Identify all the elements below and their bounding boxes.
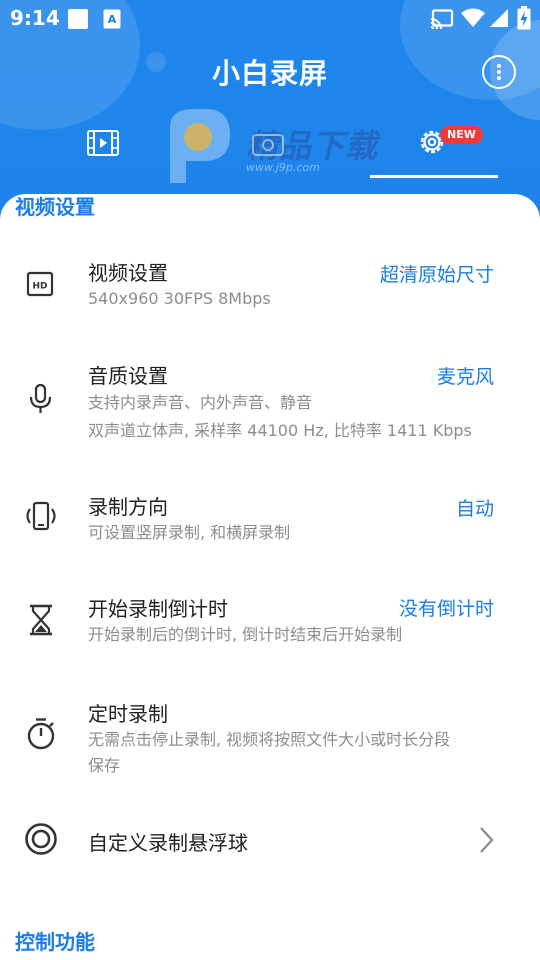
microphone-icon xyxy=(29,383,52,413)
font-a-icon: A xyxy=(103,9,121,33)
setting-value: 超清原始尺寸 xyxy=(379,264,494,286)
more-vertical-icon[interactable] xyxy=(482,55,516,89)
app-screen: 9:14 A 小白录屏 精品下载 www.j9p.com NEW 视频设置 HD… xyxy=(0,0,540,960)
setting-subtitle: 保存 xyxy=(88,756,121,775)
setting-row-countdown[interactable]: 开始录制倒计时 开始录制后的倒计时, 倒计时结束后开始录制 没有倒计时 xyxy=(0,579,540,669)
setting-subtitle: 双声道立体声, 采样率 44100 Hz, 比特率 1411 Kbps xyxy=(88,421,472,440)
tab-videos[interactable] xyxy=(40,120,165,178)
setting-title: 定时录制 xyxy=(88,702,168,726)
film-icon xyxy=(87,130,119,156)
cast-icon[interactable] xyxy=(430,9,454,33)
app-title: 小白录屏 xyxy=(211,57,328,90)
setting-title: 开始录制倒计时 xyxy=(88,597,228,621)
screen-rotation-icon xyxy=(26,501,56,531)
section-title-video: 视频设置 xyxy=(15,195,95,219)
notification-square-icon xyxy=(67,8,89,34)
battery-charging-icon xyxy=(517,6,531,34)
setting-row-timed[interactable]: 定时录制 无需点击停止录制, 视频将按照文件大小或时长分段 保存 xyxy=(0,684,540,784)
setting-subtitle: 开始录制后的倒计时, 倒计时结束后开始录制 xyxy=(88,625,403,644)
setting-value: 没有倒计时 xyxy=(398,598,494,620)
setting-title: 视频设置 xyxy=(88,261,168,285)
target-circle-icon xyxy=(25,823,57,855)
setting-subtitle: 支持内录声音、内外声音、静音 xyxy=(88,393,313,412)
setting-row-video[interactable]: HD 视频设置 540x960 30FPS 8Mbps 超清原始尺寸 xyxy=(0,239,540,329)
chevron-right-icon xyxy=(480,827,494,853)
section-title-control: 控制功能 xyxy=(15,930,95,954)
tab-camera[interactable] xyxy=(205,120,330,178)
setting-subtitle: 可设置竖屏录制, 和横屏录制 xyxy=(88,523,291,542)
setting-row-audio[interactable]: 音质设置 支持内录声音、内外声音、静音 双声道立体声, 采样率 44100 Hz… xyxy=(0,344,540,454)
tab-settings-indicator xyxy=(370,175,498,178)
camera-icon xyxy=(252,134,284,156)
timer-icon xyxy=(27,718,55,750)
status-bar: 9:14 A xyxy=(0,0,540,36)
wifi-icon xyxy=(461,8,485,32)
setting-title: 音质设置 xyxy=(88,364,168,388)
setting-value: 麦克风 xyxy=(436,366,494,388)
setting-row-floating-ball[interactable]: 自定义录制悬浮球 xyxy=(0,804,540,874)
new-badge: NEW xyxy=(440,126,483,144)
setting-value: 自动 xyxy=(455,498,494,520)
hourglass-icon xyxy=(30,604,52,636)
hd-icon: HD xyxy=(26,271,54,297)
status-time: 9:14 xyxy=(10,6,60,30)
setting-row-orientation[interactable]: 录制方向 可设置竖屏录制, 和横屏录制 自动 xyxy=(0,474,540,564)
setting-title: 录制方向 xyxy=(88,495,168,519)
setting-subtitle: 无需点击停止录制, 视频将按照文件大小或时长分段 xyxy=(88,730,451,749)
setting-subtitle: 540x960 30FPS 8Mbps xyxy=(88,289,271,308)
settings-card: 视频设置 HD 视频设置 540x960 30FPS 8Mbps 超清原始尺寸 … xyxy=(0,194,540,960)
svg-text:HD: HD xyxy=(32,282,47,292)
svg-text:A: A xyxy=(108,13,117,26)
setting-title: 自定义录制悬浮球 xyxy=(88,831,248,855)
signal-icon xyxy=(489,8,509,32)
